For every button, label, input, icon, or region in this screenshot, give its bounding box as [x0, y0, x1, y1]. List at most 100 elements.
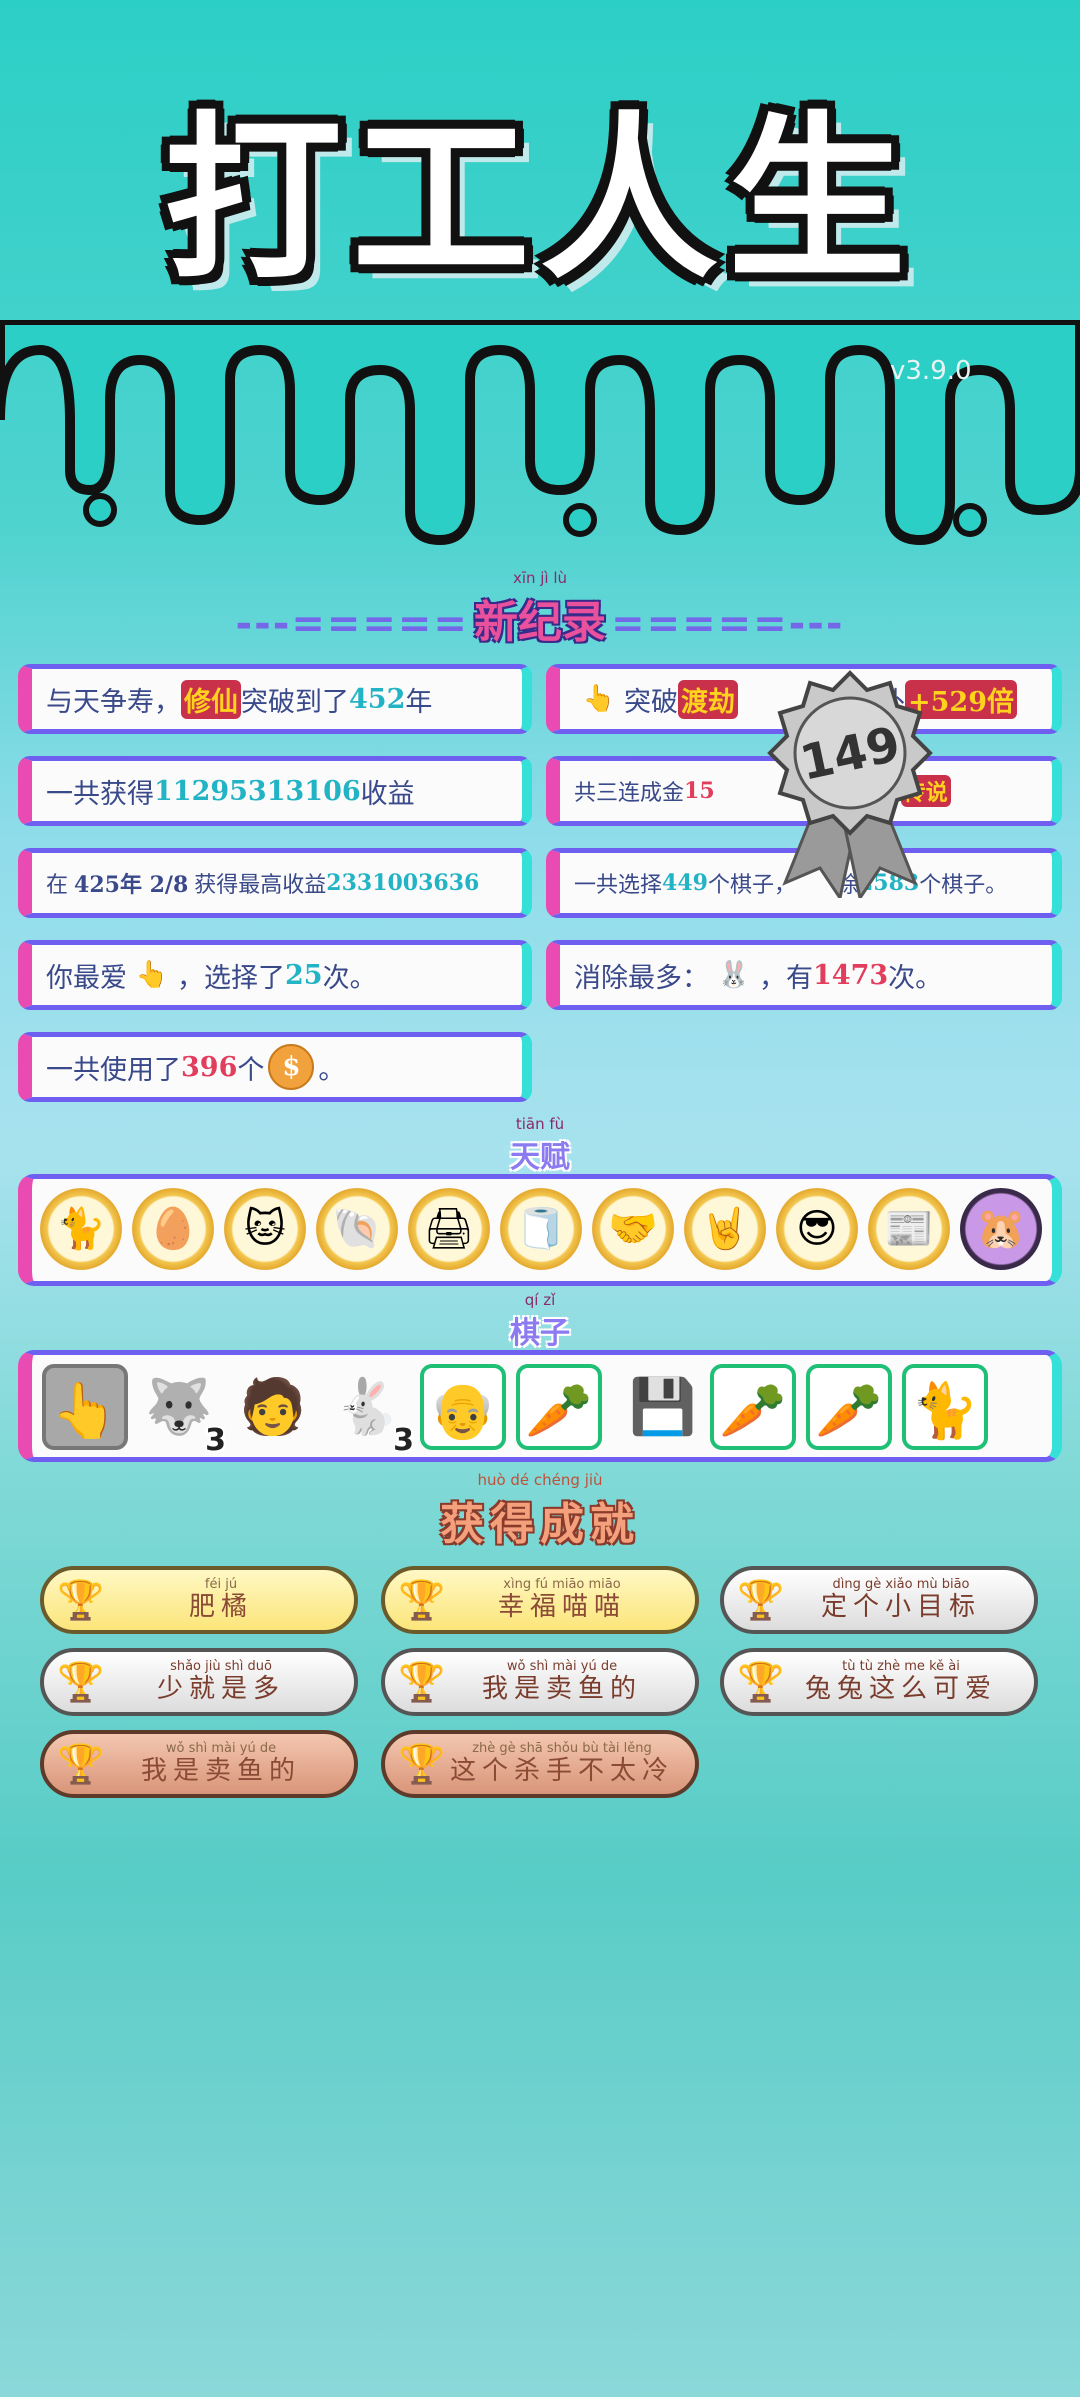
card-number: 2331003636: [326, 870, 480, 896]
card-number: 449: [662, 870, 708, 896]
record-card-most-eliminated: 消除最多： 🐰 ，有 1473 次。: [546, 940, 1062, 1010]
card-text: 消除最多：: [574, 962, 709, 994]
coin-icon: $: [268, 1044, 315, 1090]
achievement-pinyin: zhè gè shā shǒu bù tài lěng: [472, 1741, 652, 1756]
achievement-label: 肥橘: [188, 1592, 253, 1622]
achievement-badge[interactable]: 🏆 tù tù zhè me kě ài 兔兔这么可爱: [720, 1648, 1038, 1716]
talent-pinyin: tiān fù: [515, 1115, 565, 1133]
achievement-badge[interactable]: 🏆 dìng gè xiǎo mù biāo 定个小目标: [720, 1566, 1038, 1634]
tissue-talent-icon[interactable]: 🧻: [500, 1188, 582, 1270]
record-card-coins-used: 一共使用了 396 个 $ 。: [18, 1032, 532, 1102]
talent-header: tiān fù 天赋: [0, 1116, 1080, 1176]
record-count-badge: 149: [767, 670, 933, 898]
card-text: 你最爱: [46, 962, 127, 994]
achievements-header: huò dé chéng jiù 获得成就: [0, 1472, 1080, 1552]
realm-badge: 渡劫: [678, 679, 738, 719]
trophy-icon: 🏆: [398, 1660, 446, 1704]
version-label: v3.9.0: [890, 356, 972, 386]
achievement-label: 少就是多: [156, 1674, 285, 1704]
pointing-hand-piece[interactable]: 👆: [42, 1364, 128, 1450]
achievement-label: 兔兔这么可爱: [804, 1674, 997, 1704]
achievement-pinyin: wǒ shì mài yú de: [165, 1741, 277, 1756]
achievement-label: 这个杀手不太冷: [449, 1756, 674, 1786]
achievement-pinyin: féi jú: [204, 1577, 238, 1592]
rabbit-shrine-piece[interactable]: 🐇 3: [324, 1364, 414, 1456]
husky-king-piece[interactable]: 🐺 3: [136, 1364, 226, 1456]
achievement-badge[interactable]: 🏆 zhè gè shā shǒu bù tài lěng 这个杀手不太冷: [381, 1730, 699, 1798]
record-card-lifespan: 与天争寿， 修仙 突破到了 452 年: [18, 664, 532, 734]
cat-talent-icon[interactable]: 🐈: [40, 1188, 122, 1270]
rock-hand-talent-icon[interactable]: 🤘: [684, 1188, 766, 1270]
card-text: 一共使用了: [46, 1054, 181, 1086]
handshake-talent-icon[interactable]: 🤝: [592, 1188, 674, 1270]
achievement-label: 我是卖鱼的: [481, 1674, 642, 1704]
pointing-hand-icon: 👆: [582, 684, 616, 714]
trophy-icon: 🏆: [57, 1578, 105, 1622]
trophy-icon: 🏆: [57, 1660, 105, 1704]
new-record-pinyin: xīn jì lù: [512, 569, 568, 587]
old-man-piece[interactable]: 👴: [420, 1364, 506, 1450]
gpu-card-piece[interactable]: 💾: [620, 1364, 706, 1450]
piece-count: 3: [393, 1423, 414, 1458]
new-record-header: xīn jì lù ---===== 新纪录 =====---: [0, 570, 1080, 650]
sunglasses-talent-icon[interactable]: 😎: [776, 1188, 858, 1270]
record-card-total-income: 一共获得 11295313106 收益: [18, 756, 532, 826]
dash-right: =====---: [611, 601, 845, 647]
carrot-piece[interactable]: 🥕: [806, 1364, 892, 1450]
piece-count: 3: [205, 1423, 226, 1458]
orange-cat-talent-icon[interactable]: 🐱: [224, 1188, 306, 1270]
card-text: 在: [46, 873, 69, 898]
achievement-pinyin: dìng gè xiǎo mù biāo: [832, 1577, 970, 1592]
card-text: 一共选择: [574, 873, 663, 898]
trophy-icon: 🏆: [57, 1742, 105, 1786]
record-card-favorite: 你最爱 👆 ，选择了 25 次。: [18, 940, 532, 1010]
card-number: 11295313106: [154, 775, 361, 807]
card-text: 一共获得: [46, 778, 154, 810]
achievement-badge[interactable]: 🏆 xìng fú miāo miāo 幸福喵喵: [381, 1566, 699, 1634]
card-text: 次。: [888, 962, 943, 994]
achievement-label: 定个小目标: [820, 1592, 981, 1622]
achievement-badge[interactable]: 🏆 shǎo jiù shì duō 少就是多: [40, 1648, 358, 1716]
realm-badge: 修仙: [181, 679, 241, 719]
pieces-title: 棋子: [510, 1316, 570, 1351]
printer-talent-icon[interactable]: 🖨: [408, 1188, 490, 1270]
achievement-badge[interactable]: 🏆 wǒ shì mài yú de 我是卖鱼的: [381, 1648, 699, 1716]
achievement-label: 我是卖鱼的: [140, 1756, 301, 1786]
hamsters-talent-icon[interactable]: 🐹: [960, 1188, 1042, 1270]
new-record-title: 新纪录: [474, 597, 606, 648]
achievement-badge[interactable]: 🏆 wǒ shì mài yú de 我是卖鱼的: [40, 1730, 358, 1798]
card-text: 与天争寿，: [46, 686, 181, 718]
card-number: 1473: [813, 959, 889, 991]
pointing-hand-icon: 👆: [135, 960, 169, 990]
card-text: 获得最高收益: [194, 873, 327, 898]
achievement-badge[interactable]: 🏆 féi jú 肥橘: [40, 1566, 358, 1634]
card-number: 25: [285, 959, 323, 991]
achievements-pinyin: huò dé chéng jiù: [477, 1471, 603, 1489]
card-text: ，有: [759, 962, 813, 994]
card-number: 452: [349, 683, 406, 715]
time-magazine-talent-icon[interactable]: 📰: [868, 1188, 950, 1270]
card-text: 个: [237, 1054, 265, 1086]
dash-left: ---=====: [235, 601, 469, 647]
shell-talent-icon[interactable]: 🐚: [316, 1188, 398, 1270]
egg-tray-talent-icon[interactable]: 🥚: [132, 1188, 214, 1270]
sunglasses-man-piece[interactable]: 🧑: [230, 1364, 316, 1450]
achievement-pinyin: shǎo jiù shì duō: [170, 1659, 272, 1674]
pieces-pinyin: qí zǐ: [524, 1291, 556, 1309]
card-text: 。: [318, 1054, 346, 1086]
card-number: 396: [181, 1051, 238, 1083]
trophy-icon: 🏆: [737, 1660, 785, 1704]
record-card-best-income: 在 425年 2/8 获得最高收益 2331003636: [18, 848, 532, 918]
carrot-piece[interactable]: 🥕: [710, 1364, 796, 1450]
trophy-icon: 🏆: [737, 1578, 785, 1622]
pieces-header: qí zǐ 棋子: [0, 1292, 1080, 1352]
card-text: 年: [405, 686, 433, 718]
game-title: 打工人生: [164, 96, 916, 303]
card-text: 突破: [624, 686, 678, 718]
card-text: 突破到了: [241, 686, 349, 718]
achievements-title: 获得成就: [440, 1499, 640, 1550]
yellow-cat-piece[interactable]: 🐈: [902, 1364, 988, 1450]
achievement-label: 幸福喵喵: [497, 1592, 626, 1622]
carrot-piece[interactable]: 🥕: [516, 1364, 602, 1450]
card-number: 15: [684, 778, 715, 804]
